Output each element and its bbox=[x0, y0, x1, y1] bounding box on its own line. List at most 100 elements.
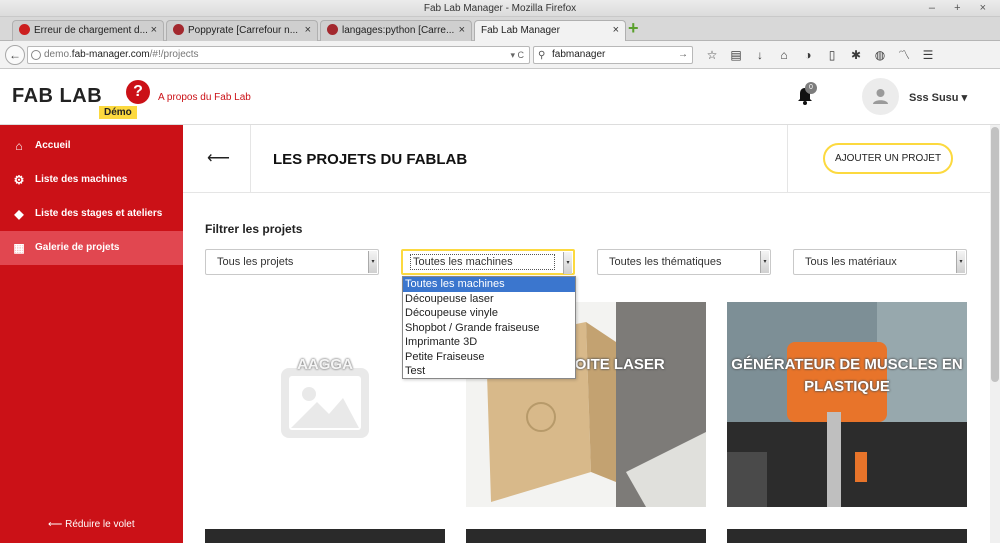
sidebar: ⌂ Accueil ⚙ Liste des machines ◆ Liste d… bbox=[0, 125, 183, 543]
search-icon: ⚲ bbox=[538, 50, 546, 61]
search-value: fabmanager bbox=[552, 49, 606, 60]
home-icon: ⌂ bbox=[15, 139, 23, 153]
tab-langages[interactable]: langages:python [Carre... × bbox=[320, 20, 472, 41]
project-image bbox=[727, 302, 967, 507]
divider bbox=[787, 125, 788, 193]
search-go-icon[interactable]: → bbox=[678, 47, 688, 63]
menu-icon[interactable]: ☰ bbox=[916, 46, 940, 64]
error-icon bbox=[19, 24, 30, 35]
close-tab-icon[interactable]: × bbox=[151, 21, 157, 40]
gears-icon: ⚙ bbox=[13, 173, 25, 187]
filter-title: Filtrer les projets bbox=[205, 222, 303, 236]
filter-machines-select[interactable]: Toutes les machines ▾ bbox=[401, 249, 575, 275]
chevron-down-icon: ▾ bbox=[368, 251, 377, 273]
dropdown-option[interactable]: Petite Fraiseuse bbox=[403, 350, 575, 365]
filter-materials-select[interactable]: Tous les matériaux ▾ bbox=[793, 249, 967, 275]
tab-strip: Erreur de chargement d... × Poppyrate [C… bbox=[0, 17, 1000, 41]
dropdown-option[interactable]: Découpeuse laser bbox=[403, 292, 575, 307]
filter-themes-select[interactable]: Toutes les thématiques ▾ bbox=[597, 249, 771, 275]
globe-addon-icon[interactable]: ◍ bbox=[868, 46, 892, 64]
url-domain: fab-manager.com bbox=[71, 49, 150, 60]
filter-projects-select[interactable]: Tous les projets ▾ bbox=[205, 249, 379, 275]
sidebar-item-galerie[interactable]: ▦ Galerie de projets bbox=[0, 231, 183, 265]
logo[interactable]: FAB LAB bbox=[12, 85, 102, 108]
sidebar-item-accueil[interactable]: ⌂ Accueil bbox=[0, 129, 183, 163]
select-value: Tous les projets bbox=[217, 256, 294, 268]
collapse-label: Réduire le volet bbox=[65, 519, 135, 530]
avatar[interactable] bbox=[862, 78, 899, 115]
bookmark-star-icon[interactable]: ☆ bbox=[700, 46, 724, 64]
chevron-down-icon: ▾ bbox=[563, 252, 572, 274]
help-icon[interactable]: ? bbox=[126, 80, 150, 104]
tab-label: Fab Lab Manager bbox=[481, 25, 560, 36]
page-header: ⟵ LES PROJETS DU FABLAB AJOUTER UN PROJE… bbox=[183, 125, 990, 193]
tags-icon: ◆ bbox=[14, 207, 24, 221]
device-icon[interactable]: ▯ bbox=[820, 46, 844, 64]
window-controls[interactable]: – + × bbox=[929, 0, 994, 17]
dropdown-option[interactable]: Shopbot / Grande fraiseuse bbox=[403, 321, 575, 336]
chart-addon-icon[interactable]: 〽 bbox=[892, 46, 916, 64]
project-card[interactable] bbox=[205, 529, 445, 543]
grid-icon: ▦ bbox=[13, 241, 25, 255]
dropdown-option[interactable]: Test bbox=[403, 364, 575, 379]
home-icon[interactable]: ⌂ bbox=[772, 46, 796, 64]
browser-navbar: ← demo.fab-manager.com/#!/projects ▾ C ⚲… bbox=[0, 41, 1000, 69]
chevron-down-icon: ▾ bbox=[760, 251, 769, 273]
scrollbar-thumb[interactable] bbox=[991, 127, 999, 382]
project-title: GÉNÉRATEUR DE MUSCLES EN PLASTIQUE bbox=[731, 356, 963, 395]
window-titlebar: Fab Lab Manager - Mozilla Firefox – + × bbox=[0, 0, 1000, 17]
tab-poppyrate[interactable]: Poppyrate [Carrefour n... × bbox=[166, 20, 318, 41]
new-tab-icon[interactable]: + bbox=[628, 19, 646, 38]
reload-icon[interactable]: ▾ C bbox=[510, 47, 524, 63]
sidebar-item-label: Galerie de projets bbox=[35, 242, 120, 253]
select-value: Toutes les thématiques bbox=[609, 256, 722, 268]
notification-badge: 0 bbox=[805, 82, 817, 94]
tab-label: Erreur de chargement d... bbox=[34, 25, 148, 36]
machines-dropdown-list[interactable]: Toutes les machines Découpeuse laser Déc… bbox=[402, 276, 576, 379]
tab-error[interactable]: Erreur de chargement d... × bbox=[12, 20, 164, 41]
close-tab-icon[interactable]: × bbox=[459, 21, 465, 40]
addon-icon[interactable]: ✱ bbox=[844, 46, 868, 64]
sidebar-item-label: Liste des stages et ateliers bbox=[35, 208, 163, 219]
add-project-button[interactable]: AJOUTER UN PROJET bbox=[823, 143, 953, 174]
collapse-sidebar-button[interactable]: ⟵ Réduire le volet bbox=[48, 519, 135, 530]
sidebar-item-machines[interactable]: ⚙ Liste des machines bbox=[0, 163, 183, 197]
back-arrow-icon[interactable]: ⟵ bbox=[207, 148, 230, 168]
reading-list-icon[interactable]: ▤ bbox=[724, 46, 748, 64]
page-scrollbar[interactable] bbox=[990, 125, 1000, 543]
dropdown-option[interactable]: Toutes les machines bbox=[403, 277, 575, 292]
project-card[interactable] bbox=[727, 529, 967, 543]
demo-badge: Démo bbox=[99, 106, 137, 119]
tab-label: Poppyrate [Carrefour n... bbox=[188, 25, 299, 36]
tab-fablab-manager[interactable]: Fab Lab Manager × bbox=[474, 20, 626, 41]
dropdown-option[interactable]: Imprimante 3D bbox=[403, 335, 575, 350]
sidebar-item-stages[interactable]: ◆ Liste des stages et ateliers bbox=[0, 197, 183, 231]
page-title: LES PROJETS DU FABLAB bbox=[273, 151, 468, 168]
browser-toolbar: ☆ ▤ ↓ ⌂ ◑ ▯ ✱ ◍ 〽 ☰ bbox=[700, 46, 1000, 64]
extension-icon[interactable]: ◑ bbox=[796, 46, 820, 64]
tab-label: langages:python [Carre... bbox=[342, 25, 455, 36]
back-arrow-icon[interactable]: ← bbox=[5, 45, 25, 65]
favicon-icon bbox=[327, 24, 338, 35]
project-card[interactable]: GÉNÉRATEUR DE MUSCLES EN PLASTIQUE bbox=[727, 302, 967, 507]
sidebar-item-label: Liste des machines bbox=[35, 174, 128, 185]
app-header: FAB LAB Démo ? A propos du Fab Lab 0 Sss… bbox=[0, 69, 1000, 125]
close-tab-icon[interactable]: × bbox=[305, 21, 311, 40]
window-title: Fab Lab Manager - Mozilla Firefox bbox=[423, 3, 577, 14]
globe-icon bbox=[31, 50, 41, 60]
divider bbox=[250, 125, 251, 193]
download-icon[interactable]: ↓ bbox=[748, 46, 772, 64]
select-value: Toutes les machines bbox=[410, 254, 555, 270]
chevron-down-icon: ▾ bbox=[956, 251, 965, 273]
about-link[interactable]: A propos du Fab Lab bbox=[158, 92, 251, 103]
close-tab-icon[interactable]: × bbox=[613, 21, 619, 40]
dropdown-option[interactable]: Découpeuse vinyle bbox=[403, 306, 575, 321]
favicon-icon bbox=[173, 24, 184, 35]
user-menu[interactable]: Sss Susu ▾ bbox=[909, 91, 967, 104]
arrow-left-icon: ⟵ bbox=[48, 519, 63, 530]
project-card[interactable] bbox=[466, 529, 706, 543]
user-icon bbox=[873, 89, 888, 104]
url-bar[interactable]: demo.fab-manager.com/#!/projects ▾ C bbox=[27, 46, 530, 64]
url-path: /#!/projects bbox=[149, 49, 199, 60]
search-input[interactable]: ⚲ fabmanager → bbox=[533, 46, 693, 64]
